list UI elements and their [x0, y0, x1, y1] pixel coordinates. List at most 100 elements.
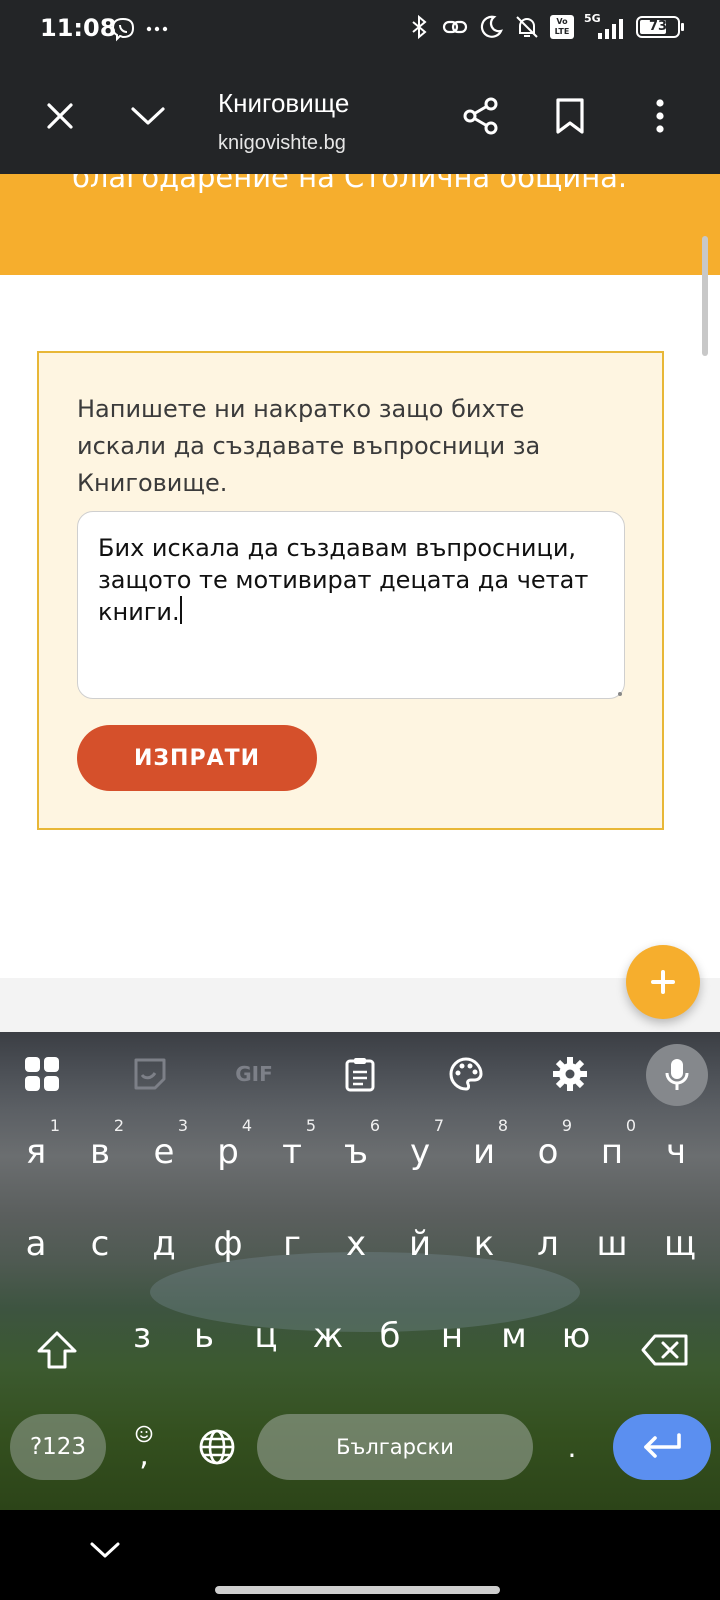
bookmark-icon [556, 98, 584, 134]
letter-key[interactable]: ю [544, 1296, 608, 1376]
key-label: г [283, 1224, 301, 1264]
bell-off-icon [516, 16, 538, 38]
letter-key[interactable]: щ [648, 1204, 712, 1284]
letter-key[interactable]: п0 [580, 1112, 644, 1192]
sticker-button[interactable] [122, 1046, 178, 1102]
moon-icon [480, 15, 503, 38]
more-dots-icon [146, 26, 168, 32]
key-label: н [440, 1316, 464, 1356]
volte-icon: Vo LTE [550, 15, 574, 39]
key-label: ж [312, 1316, 344, 1356]
clipboard-icon [345, 1058, 375, 1092]
key-label: ъ [343, 1132, 369, 1172]
letter-key[interactable]: г [260, 1204, 324, 1284]
key-label: в [89, 1132, 111, 1172]
letter-key[interactable]: з [110, 1296, 174, 1376]
close-tab-button[interactable] [32, 88, 88, 144]
letter-key[interactable]: ц [234, 1296, 298, 1376]
share-button[interactable] [453, 88, 509, 144]
sticker-icon [134, 1058, 166, 1090]
key-label: й [408, 1224, 432, 1264]
key-number-hint: 4 [241, 1116, 252, 1135]
banner-text: благодарение на Столична община. [72, 174, 628, 194]
clipboard-button[interactable] [332, 1046, 388, 1102]
add-fab-button[interactable] [626, 945, 700, 1019]
key-label: ш [596, 1224, 628, 1264]
space-key[interactable]: Български [257, 1414, 533, 1480]
backspace-icon [641, 1334, 688, 1366]
letter-key[interactable]: х [324, 1204, 388, 1284]
bookmark-button[interactable] [542, 88, 598, 144]
form-prompt: Напишете ни накратко защо бихте искали д… [77, 395, 541, 497]
letter-key[interactable]: н [420, 1296, 484, 1376]
settings-button[interactable] [542, 1046, 598, 1102]
apps-icon [25, 1057, 59, 1091]
navigation-bar [0, 1510, 720, 1600]
letter-key[interactable]: т5 [260, 1112, 324, 1192]
letter-key[interactable]: ф [196, 1204, 260, 1284]
letter-key[interactable]: м [482, 1296, 546, 1376]
backspace-key[interactable] [628, 1318, 702, 1382]
letter-key[interactable]: о9 [516, 1112, 580, 1192]
letter-key[interactable]: в2 [68, 1112, 132, 1192]
palette-icon [449, 1057, 483, 1091]
submit-button[interactable]: ИЗПРАТИ [77, 725, 317, 791]
gif-button[interactable]: GIF [226, 1046, 282, 1102]
viber-icon [111, 17, 135, 42]
letter-key[interactable]: й [388, 1204, 452, 1284]
key-label: п [600, 1132, 624, 1172]
hide-keyboard-button[interactable] [80, 1530, 130, 1570]
letter-key[interactable]: а [4, 1204, 68, 1284]
letter-key[interactable]: д [132, 1204, 196, 1284]
resize-handle[interactable] [618, 692, 622, 696]
letter-key[interactable]: ш [580, 1204, 644, 1284]
key-number-hint: 7 [433, 1116, 444, 1135]
shift-icon [37, 1331, 77, 1369]
keyboard: GIF я 1 в 2 е 3 р 4 т 5 ъ 6 у 7 и 8 о 9 … [0, 1032, 720, 1510]
letter-key[interactable]: я1 [4, 1112, 68, 1192]
letter-key[interactable]: ч [644, 1112, 708, 1192]
period-key[interactable]: . [552, 1414, 592, 1480]
key-number-hint: 2 [113, 1116, 124, 1135]
letter-key[interactable]: и8 [452, 1112, 516, 1192]
more-options-button[interactable] [632, 88, 688, 144]
status-time: 11:08 [40, 14, 117, 42]
letter-key[interactable]: у7 [388, 1112, 452, 1192]
voice-input-button[interactable] [646, 1044, 708, 1106]
key-label: л [537, 1224, 559, 1264]
minimize-button[interactable] [120, 88, 176, 144]
shift-key[interactable] [22, 1318, 92, 1382]
letter-key[interactable]: л [516, 1204, 580, 1284]
apps-button[interactable] [14, 1046, 70, 1102]
letter-key[interactable]: с [68, 1204, 132, 1284]
key-label: м [501, 1316, 527, 1356]
letter-key[interactable]: е3 [132, 1112, 196, 1192]
answer-text: Бих искала да създавам въпросници, защот… [98, 534, 589, 626]
letter-key[interactable]: ъ6 [324, 1112, 388, 1192]
letter-key[interactable]: ж [296, 1296, 360, 1376]
key-label: ц [254, 1316, 278, 1356]
key-label: ь [193, 1316, 215, 1356]
letter-key[interactable]: ь [172, 1296, 236, 1376]
key-label: р [217, 1132, 239, 1172]
page-title: Книговище [218, 88, 350, 118]
enter-key[interactable] [613, 1414, 711, 1480]
info-banner: благодарение на Столична община. [0, 174, 720, 275]
theme-button[interactable] [438, 1046, 494, 1102]
browser-toolbar: Книговище knigovishte.bg [0, 62, 720, 174]
page-scrollbar[interactable] [702, 236, 708, 356]
key-label: ю [561, 1316, 591, 1356]
symbols-key[interactable]: ?123 [10, 1414, 106, 1480]
letter-key[interactable]: к [452, 1204, 516, 1284]
chevron-down-icon [90, 1542, 120, 1558]
answer-textarea[interactable]: Бих искала да създавам въпросници, защот… [77, 511, 625, 699]
letter-key[interactable]: р4 [196, 1112, 260, 1192]
key-label: ч [665, 1132, 687, 1172]
language-key[interactable] [192, 1414, 242, 1480]
link-icon [442, 20, 468, 34]
emoji-comma-key[interactable]: , [122, 1414, 166, 1480]
gesture-handle[interactable] [215, 1586, 500, 1594]
letter-key[interactable]: б [358, 1296, 422, 1376]
key-number-hint: 0 [625, 1116, 636, 1135]
page-domain: knigovishte.bg [218, 132, 346, 154]
